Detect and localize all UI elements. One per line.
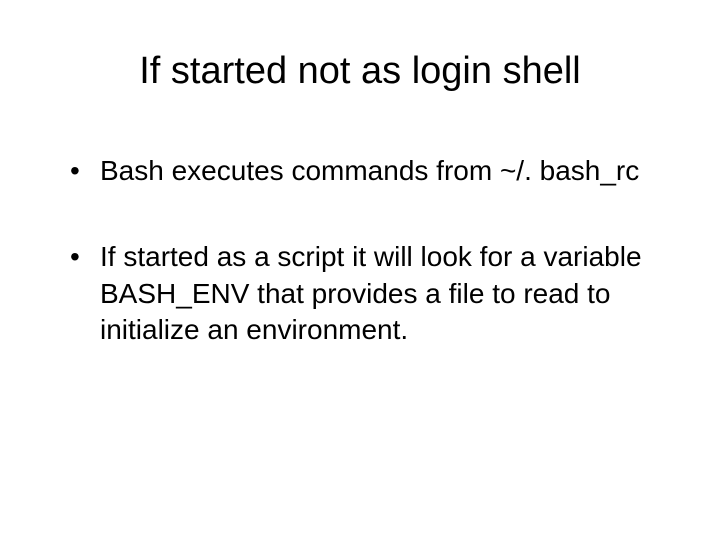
bullet-item: If started as a script it will look for … <box>70 239 670 348</box>
bullet-list: Bash executes commands from ~/. bash_rc … <box>50 153 670 349</box>
bullet-item: Bash executes commands from ~/. bash_rc <box>70 153 670 189</box>
slide-title: If started not as login shell <box>50 50 670 93</box>
